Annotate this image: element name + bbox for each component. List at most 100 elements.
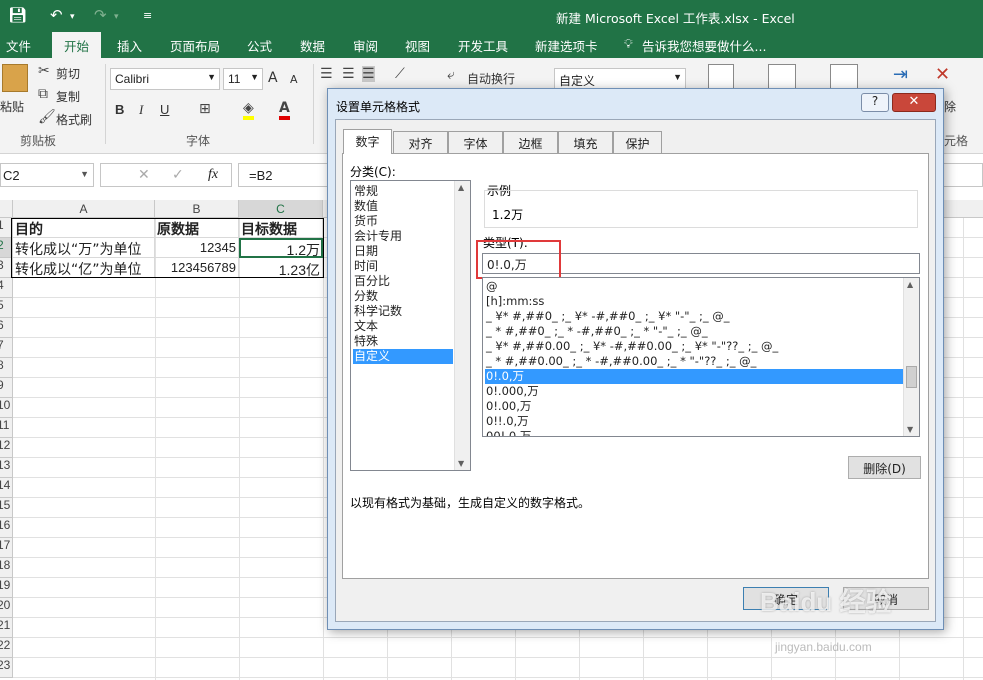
row-header[interactable]: 3 [0, 258, 13, 278]
category-item[interactable]: 时间 [353, 259, 453, 274]
tab-new[interactable]: 新建选项卡 [535, 36, 598, 55]
insert-cells-icon[interactable]: ⇥ [893, 64, 908, 85]
format-item[interactable]: [h]:mm:ss [485, 294, 903, 309]
row-header[interactable]: 10 [0, 398, 13, 418]
category-item[interactable]: 常规 [353, 184, 453, 199]
format-item[interactable]: 0!.000,万 [485, 384, 903, 399]
scroll-up-icon[interactable]: ▲ [458, 183, 464, 192]
row-header[interactable]: 1 [0, 218, 13, 238]
cell-c1[interactable]: 目标数据 [239, 218, 323, 238]
insert-function-button[interactable]: fx [208, 167, 218, 183]
row-header[interactable]: 23 [0, 658, 13, 678]
row-header[interactable]: 7 [0, 338, 13, 358]
cell-a1[interactable]: 目的 [13, 218, 155, 238]
row-header[interactable]: 22 [0, 638, 13, 658]
align-middle-icon[interactable]: ☰ [342, 66, 355, 82]
tab-alignment[interactable]: 对齐 [393, 131, 448, 153]
category-item[interactable]: 自定义 [353, 349, 453, 364]
scroll-thumb[interactable] [906, 366, 917, 388]
cell-c2[interactable]: 1.2万 [239, 238, 323, 258]
category-item[interactable]: 特殊 [353, 334, 453, 349]
cancel-icon[interactable]: ✕ [138, 167, 150, 183]
row-header[interactable]: 18 [0, 558, 13, 578]
category-item[interactable]: 会计专用 [353, 229, 453, 244]
copy-button[interactable]: 复制 [56, 88, 80, 105]
format-item[interactable]: _ ¥* #,##0_ ;_ ¥* -#,##0_ ;_ ¥* "-"_ ;_ … [485, 309, 903, 324]
row-header[interactable]: 21 [0, 618, 13, 638]
align-bottom-icon[interactable]: ☰ [362, 66, 375, 82]
row-header[interactable]: 11 [0, 418, 13, 438]
tab-page-layout[interactable]: 页面布局 [170, 36, 220, 55]
category-item[interactable]: 科学记数 [353, 304, 453, 319]
chevron-down-icon[interactable]: ▼ [80, 169, 89, 179]
fill-color-icon[interactable]: ◈ [243, 100, 254, 120]
help-button[interactable]: ? [861, 93, 889, 112]
format-item[interactable]: 0!!.0,万 [485, 414, 903, 429]
cut-button[interactable]: 剪切 [56, 65, 80, 82]
format-item[interactable]: _ * #,##0_ ;_ * -#,##0_ ;_ * "-"_ ;_ @_ [485, 324, 903, 339]
row-header[interactable]: 15 [0, 498, 13, 518]
tab-font[interactable]: 字体 [448, 131, 503, 153]
undo-icon[interactable]: ↶ [50, 6, 63, 24]
row-header[interactable]: 2 [0, 238, 13, 258]
cell-a3[interactable]: 转化成以“亿”为单位 [13, 258, 155, 278]
row-header[interactable]: 4 [0, 278, 13, 298]
cell-b1[interactable]: 原数据 [155, 218, 239, 238]
cell-a2[interactable]: 转化成以“万”为单位 [13, 238, 155, 258]
font-name-select[interactable]: Calibri ▼ [110, 68, 220, 90]
tab-insert[interactable]: 插入 [117, 36, 142, 55]
cell-styles-icon[interactable] [830, 64, 858, 90]
row-header[interactable]: 20 [0, 598, 13, 618]
number-format-select[interactable]: 自定义 ▼ [554, 68, 686, 90]
customize-qat-icon[interactable]: ≡ [143, 9, 152, 22]
format-item[interactable]: 0!.0,万 [485, 369, 903, 384]
check-icon[interactable]: ✓ [172, 167, 184, 183]
row-header[interactable]: 13 [0, 458, 13, 478]
row-header[interactable]: 9 [0, 378, 13, 398]
tab-review[interactable]: 审阅 [353, 36, 378, 55]
row-header[interactable]: 12 [0, 438, 13, 458]
tab-number[interactable]: 数字 [343, 129, 392, 154]
scroll-down-icon[interactable]: ▼ [458, 459, 464, 468]
shrink-font-button[interactable]: A [290, 73, 298, 86]
row-header[interactable]: 19 [0, 578, 13, 598]
scroll-up-icon[interactable]: ▲ [907, 280, 913, 289]
italic-button[interactable]: I [139, 102, 143, 118]
format-item[interactable]: _ ¥* #,##0.00_ ;_ ¥* -#,##0.00_ ;_ ¥* "-… [485, 339, 903, 354]
category-item[interactable]: 货币 [353, 214, 453, 229]
category-item[interactable]: 文本 [353, 319, 453, 334]
save-icon[interactable]: 💾︎ [8, 6, 27, 24]
name-box[interactable]: C2 ▼ [0, 163, 94, 187]
conditional-format-icon[interactable] [708, 64, 734, 90]
row-header[interactable]: 17 [0, 538, 13, 558]
paste-icon[interactable] [2, 64, 28, 92]
tab-developer[interactable]: 开发工具 [458, 36, 508, 55]
format-item[interactable]: @ [485, 279, 903, 294]
delete-cells-icon[interactable]: ✕ [935, 64, 950, 85]
paste-button[interactable]: 粘贴 [0, 98, 24, 115]
format-item[interactable]: _ * #,##0.00_ ;_ * -#,##0.00_ ;_ * "-"??… [485, 354, 903, 369]
delete-button[interactable]: 除 [944, 98, 956, 115]
row-header[interactable]: 6 [0, 318, 13, 338]
cell-c3[interactable]: 1.23亿 [239, 258, 323, 278]
bold-button[interactable]: B [115, 102, 124, 117]
tab-fill[interactable]: 填充 [558, 131, 613, 153]
category-scrollbar[interactable]: ▲ ▼ [454, 181, 470, 470]
tell-me-search[interactable]: 告诉我您想要做什么... [642, 36, 766, 55]
row-header[interactable]: 16 [0, 518, 13, 538]
format-painter-button[interactable]: 格式刷 [56, 111, 92, 128]
format-scrollbar[interactable]: ▲ ▼ [903, 278, 919, 436]
cell-b2[interactable]: 12345 [155, 238, 239, 258]
column-header-c[interactable]: C [239, 200, 323, 218]
category-item[interactable]: 百分比 [353, 274, 453, 289]
close-button[interactable]: ✕ [892, 93, 936, 112]
column-header-a[interactable]: A [13, 200, 155, 218]
format-item[interactable]: 0!.00,万 [485, 399, 903, 414]
font-size-select[interactable]: 11 ▼ [223, 68, 263, 90]
underline-button[interactable]: U [160, 102, 169, 117]
format-item[interactable]: 00!.0,万 [485, 429, 903, 436]
tab-formulas[interactable]: 公式 [247, 36, 272, 55]
column-header-b[interactable]: B [155, 200, 239, 218]
orientation-icon[interactable]: ⟋ [395, 66, 405, 82]
category-list[interactable]: 常规 数值 货币 会计专用 日期 时间 百分比 分数 科学记数 文本 特殊 自定义 ▲ ▼ [350, 180, 471, 471]
